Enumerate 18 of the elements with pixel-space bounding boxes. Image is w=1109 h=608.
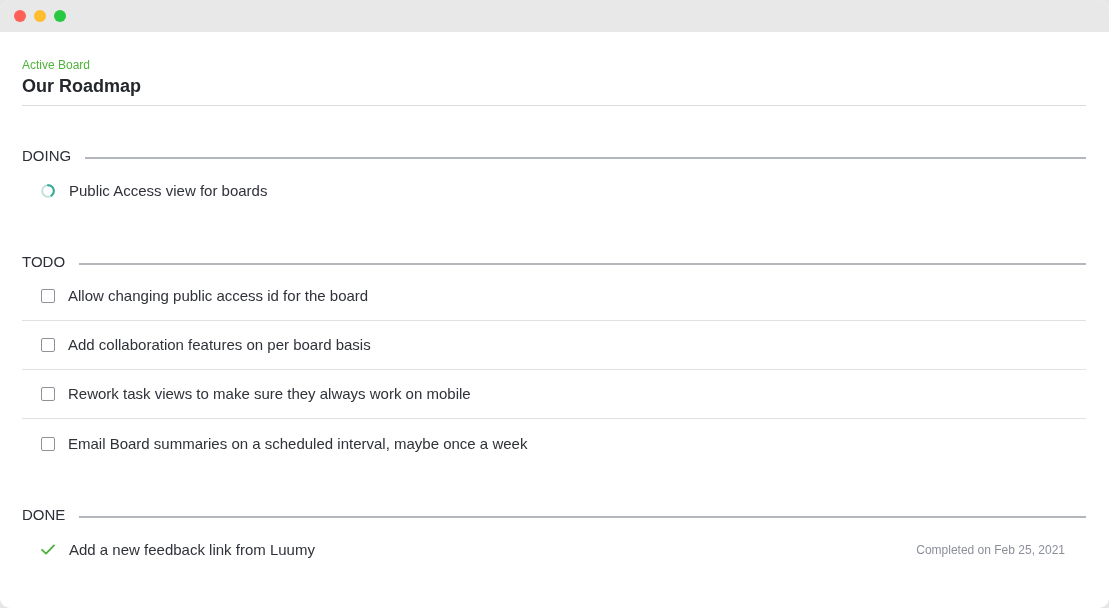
task-title: Add a new feedback link from Luumy xyxy=(69,539,315,560)
checkbox[interactable] xyxy=(41,338,55,352)
close-icon[interactable] xyxy=(14,10,26,22)
checkbox[interactable] xyxy=(41,436,55,451)
task-title: Add collaboration features on per board basis xyxy=(68,335,371,355)
section-heading: DOING xyxy=(22,146,72,166)
checkbox[interactable] xyxy=(41,387,55,401)
maximize-icon[interactable] xyxy=(54,10,66,22)
board-title: Our Roadmap xyxy=(22,75,141,98)
task-title: Rework task views to make sure they always work on mobile xyxy=(68,384,471,404)
task-title: Allow changing public access id for the board xyxy=(68,286,369,306)
task-title: Public Access view for boards xyxy=(69,180,268,201)
task-title: Email Board summaries on a scheduled interval, maybe once a week xyxy=(68,433,528,454)
checkbox[interactable] xyxy=(41,289,55,303)
section-heading: TODO xyxy=(22,252,66,272)
board-label: Active Board xyxy=(22,57,91,73)
completion-date: Completed on Feb 25, 2021 xyxy=(916,541,1065,558)
section-heading: DONE xyxy=(22,505,66,525)
